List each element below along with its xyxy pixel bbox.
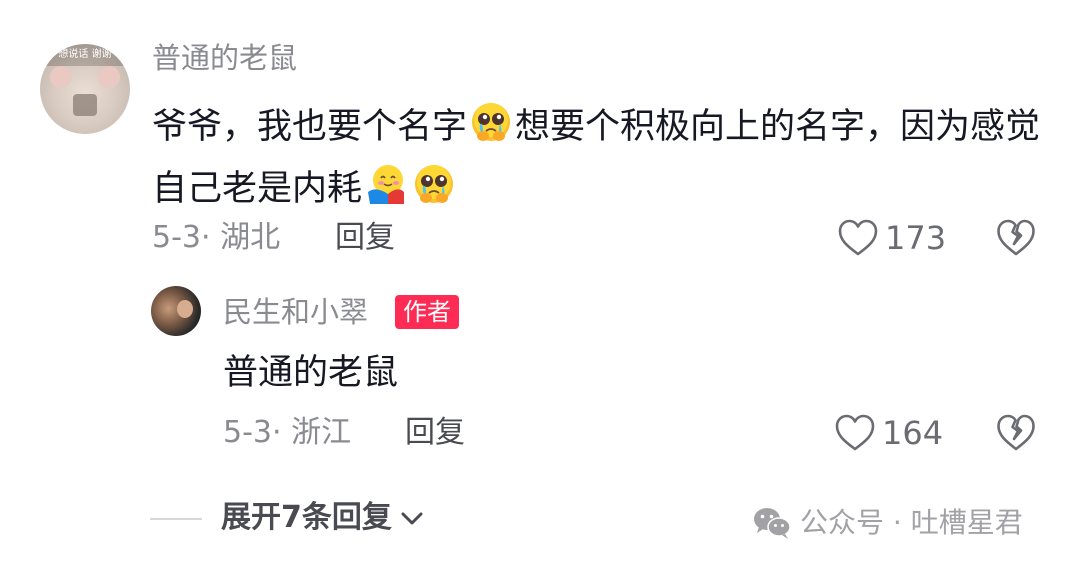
avatar[interactable]: 想说话 谢谢: [40, 44, 130, 134]
author-badge: 作者: [395, 295, 459, 329]
expand-replies-button[interactable]: 展开7条回复: [221, 497, 426, 539]
reply-like-count: 164: [882, 414, 944, 452]
heart-icon: [835, 414, 875, 451]
like-button[interactable]: 173: [837, 218, 946, 258]
watermark-text: 公众号 · 吐槽星君: [800, 506, 1023, 539]
comment-date-location: 5-3· 湖北: [152, 220, 281, 255]
watermark: 公众号 · 吐槽星君: [752, 503, 1023, 543]
crying-pleading-emoji-icon: [415, 165, 454, 203]
reply-date-location: 5-3· 浙江: [223, 415, 352, 450]
crying-pleading-emoji-icon: [472, 103, 511, 141]
expand-replies-label: 展开7条回复: [221, 500, 392, 535]
avatar-detail: [177, 300, 193, 318]
reply-avatar[interactable]: [151, 286, 201, 336]
chevron-down-icon: [401, 512, 423, 525]
comment-text-part1: 爷爷，我也要个名字: [152, 107, 468, 147]
avatar-ear-right: [98, 66, 120, 88]
comment-username[interactable]: 普通的老鼠: [152, 38, 297, 78]
avatar-ear-left: [50, 66, 72, 88]
wechat-icon: [754, 508, 791, 539]
comment-text: 爷爷，我也要个名字 想要个积极向上的名字，因为感觉自己老是内耗: [152, 96, 1042, 220]
broken-heart-icon[interactable]: [996, 413, 1036, 453]
reply-like-button[interactable]: 164: [834, 413, 943, 453]
avatar-strip-text: 想说话 谢谢: [40, 44, 130, 66]
divider: [150, 518, 202, 520]
heart-icon: [838, 219, 878, 256]
hugging-emoji-icon: [368, 165, 405, 204]
reply-text: 普通的老鼠: [223, 353, 399, 393]
reply-reply-button[interactable]: 回复: [405, 413, 465, 453]
like-count: 173: [885, 219, 947, 257]
avatar-detail: [73, 94, 97, 116]
reply-username[interactable]: 民生和小翠: [223, 293, 368, 331]
broken-heart-icon[interactable]: [996, 218, 1036, 258]
reply-button[interactable]: 回复: [335, 218, 395, 258]
